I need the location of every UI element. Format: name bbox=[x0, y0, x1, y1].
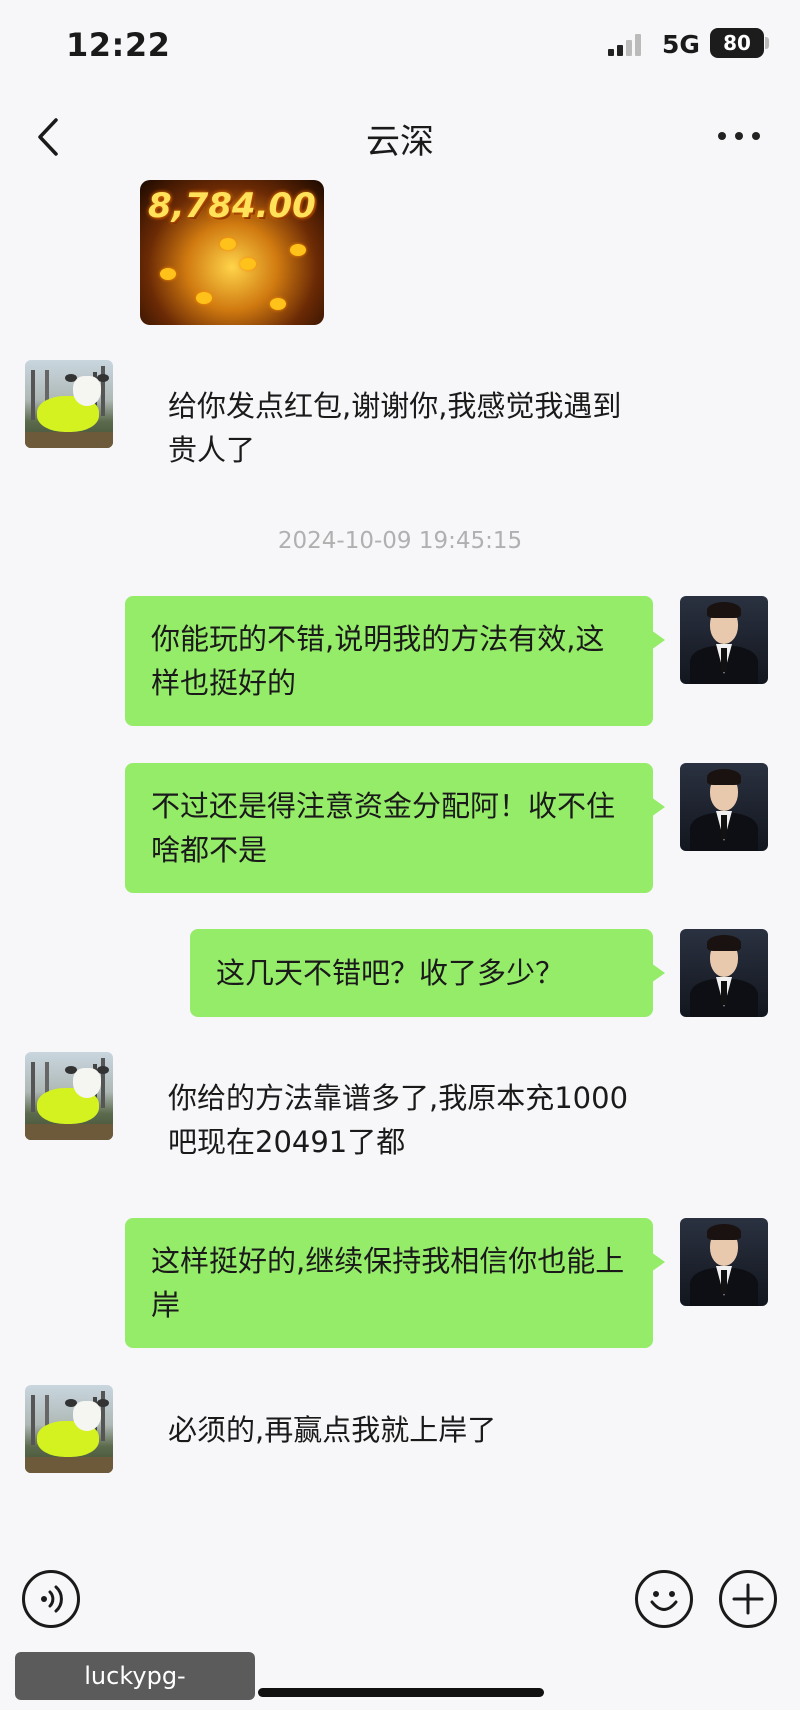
status-bar: 12:22 5G 80 bbox=[0, 0, 800, 90]
status-time: 12:22 bbox=[66, 26, 171, 64]
watermark-label: luckypg-play.com.cn bbox=[15, 1652, 255, 1700]
incoming-message-text: 给你发点红包,谢谢你,我感觉我遇到贵人了 bbox=[168, 389, 622, 467]
message-timestamp: 2024-10-09 19:45:15 bbox=[277, 528, 523, 554]
outgoing-message-text: 不过还是得注意资金分配阿！收不住啥都不是 bbox=[151, 789, 616, 867]
image-amount-text: 8,784.00 bbox=[148, 186, 316, 226]
input-bar bbox=[0, 1540, 800, 1660]
my-avatar[interactable] bbox=[680, 763, 768, 851]
outgoing-message-text: 这样挺好的,继续保持我相信你也能上岸 bbox=[151, 1244, 625, 1322]
chat-header: 云深 bbox=[0, 90, 800, 180]
outgoing-message-bubble[interactable]: 这样挺好的,继续保持我相信你也能上岸 bbox=[125, 1218, 665, 1348]
contact-avatar[interactable] bbox=[25, 1385, 113, 1473]
battery-tip bbox=[765, 37, 769, 49]
incoming-message-text: 必须的,再赢点我就上岸了 bbox=[168, 1413, 497, 1447]
chat-title: 云深 bbox=[366, 122, 434, 162]
network-type: 5G bbox=[662, 30, 700, 59]
incoming-message-text: 你给的方法靠谱多了,我原本充1000吧现在20491了都 bbox=[168, 1081, 629, 1159]
plus-icon[interactable] bbox=[719, 1570, 777, 1628]
emoji-icon[interactable] bbox=[635, 1570, 693, 1628]
outgoing-message-bubble[interactable]: 你能玩的不错,说明我的方法有效,这样也挺好的 bbox=[125, 596, 665, 726]
contact-avatar[interactable] bbox=[25, 1052, 113, 1140]
outgoing-message-text: 你能玩的不错,说明我的方法有效,这样也挺好的 bbox=[151, 622, 605, 700]
signal-icon bbox=[608, 34, 644, 56]
outgoing-message-bubble[interactable]: 不过还是得注意资金分配阿！收不住啥都不是 bbox=[125, 763, 665, 893]
my-avatar[interactable] bbox=[680, 596, 768, 684]
my-avatar[interactable] bbox=[680, 1218, 768, 1306]
voice-icon[interactable] bbox=[22, 1570, 80, 1628]
outgoing-message-bubble[interactable]: 这几天不错吧？收了多少？ bbox=[190, 929, 665, 1017]
battery-icon: 80 bbox=[710, 28, 764, 58]
home-indicator[interactable] bbox=[258, 1688, 544, 1697]
my-avatar[interactable] bbox=[680, 929, 768, 1017]
outgoing-message-text: 这几天不错吧？收了多少？ bbox=[216, 956, 565, 990]
image-message[interactable]: 8,784.00 bbox=[140, 180, 324, 325]
more-dots-icon[interactable] bbox=[712, 116, 766, 156]
contact-avatar[interactable] bbox=[25, 360, 113, 448]
